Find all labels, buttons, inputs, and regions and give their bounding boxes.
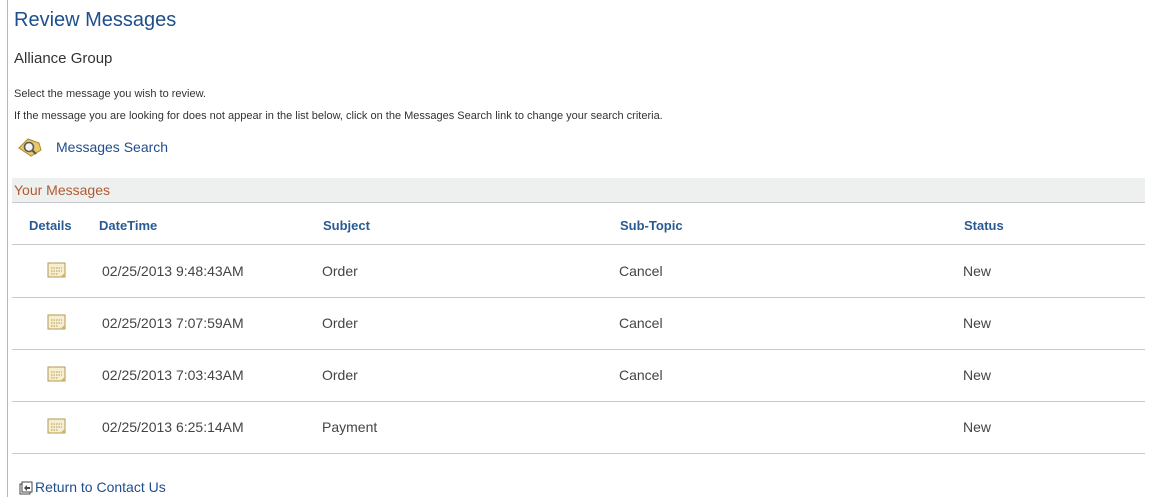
messages-search-link[interactable]: Messages Search: [17, 136, 168, 158]
datetime-cell: 02/25/2013 9:48:43AM: [102, 263, 244, 279]
table-row: 02/25/2013 9:48:43AM Order Cancel New: [12, 245, 1145, 298]
column-header-subject[interactable]: Subject: [323, 218, 370, 233]
datetime-cell: 02/25/2013 6:25:14AM: [102, 419, 244, 435]
instruction-text-detail: If the message you are looking for does …: [14, 110, 663, 122]
subject-cell: Payment: [322, 419, 378, 435]
column-header-details[interactable]: Details: [29, 218, 72, 233]
column-header-datetime[interactable]: DateTime: [99, 218, 157, 233]
datetime-cell: 02/25/2013 7:07:59AM: [102, 315, 244, 331]
message-details-icon[interactable]: [47, 418, 66, 435]
return-icon: [18, 479, 34, 495]
table-row: 02/25/2013 7:07:59AM Order Cancel New: [12, 297, 1145, 350]
sub-topic-cell: Cancel: [619, 367, 663, 383]
magnifier-search-icon: [17, 137, 43, 157]
message-details-icon[interactable]: [47, 314, 66, 331]
page-frame-border: [7, 0, 8, 497]
sub-topic-cell: Cancel: [619, 263, 663, 279]
subject-cell: Order: [322, 367, 358, 383]
return-to-contact-us-link[interactable]: Return to Contact Us: [18, 478, 166, 496]
status-cell: New: [963, 263, 992, 279]
message-details-icon[interactable]: [47, 366, 66, 383]
status-cell: New: [963, 367, 992, 383]
table-row: 02/25/2013 6:25:14AM Payment New: [12, 401, 1145, 454]
return-link-label[interactable]: Return to Contact Us: [35, 479, 166, 495]
instruction-text: Select the message you wish to review.: [14, 88, 206, 100]
subject-cell: Order: [322, 315, 358, 331]
message-details-icon[interactable]: [47, 262, 66, 279]
page-title: Review Messages: [14, 9, 177, 31]
grid-title: Your Messages: [14, 182, 110, 198]
column-header-status[interactable]: Status: [964, 218, 1004, 233]
datetime-cell: 02/25/2013 7:03:43AM: [102, 367, 244, 383]
subject-cell: Order: [322, 263, 358, 279]
status-cell: New: [963, 419, 992, 435]
your-messages-grid-header: Your Messages: [12, 178, 1145, 203]
sub-topic-cell: Cancel: [619, 315, 663, 331]
status-cell: New: [963, 315, 992, 331]
table-row: 02/25/2013 7:03:43AM Order Cancel New: [12, 349, 1145, 402]
column-header-sub-topic[interactable]: Sub-Topic: [620, 218, 683, 233]
messages-search-label[interactable]: Messages Search: [56, 139, 168, 155]
organization-name: Alliance Group: [14, 50, 113, 67]
